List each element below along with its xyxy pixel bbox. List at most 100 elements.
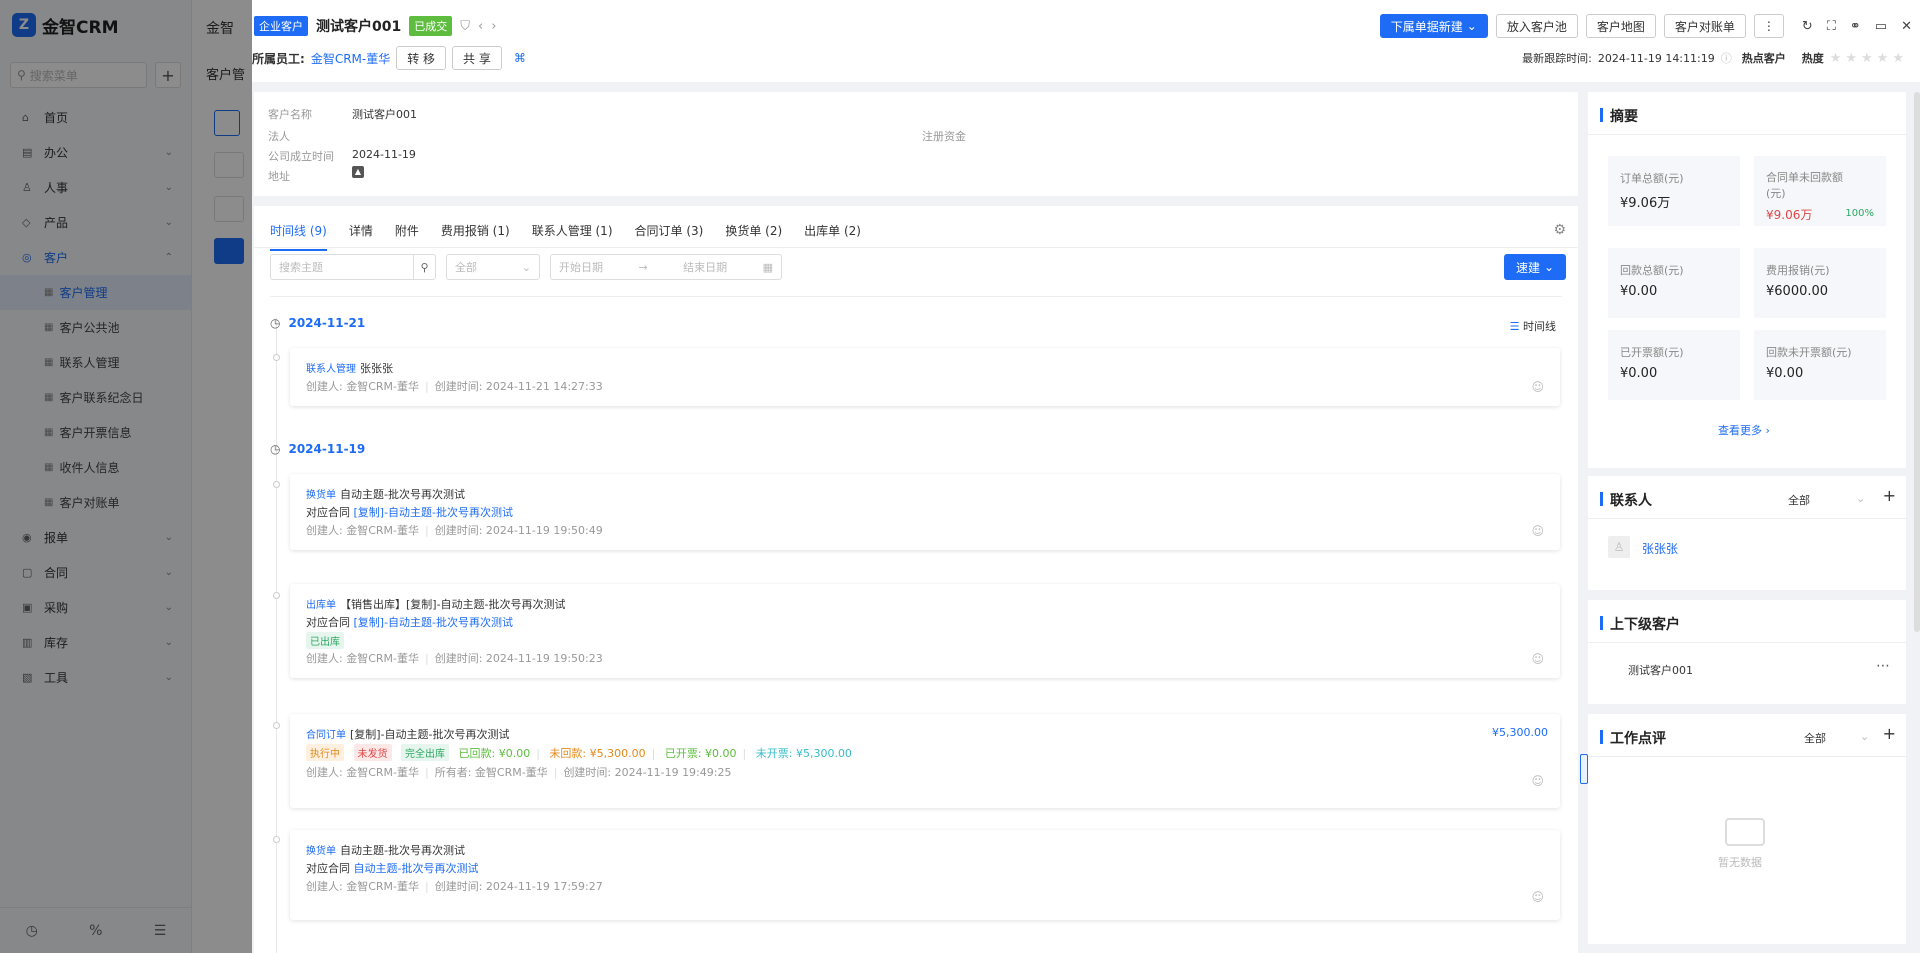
chevron-down-icon[interactable]: ⌄ (1856, 492, 1865, 505)
empty-text: 暂无数据 (1718, 856, 1762, 869)
window-controls: ↻ ⛶ ⚭ ▭ ✕ (1802, 19, 1912, 34)
contact-name-link[interactable]: 张张张 (1642, 540, 1678, 557)
shield-icon[interactable]: ⛉ (460, 19, 470, 34)
info-label: 注册资金 (922, 130, 966, 143)
timeline-card[interactable]: 合同订单 [复制]-自动主题-批次号再次测试 ¥5,300.00 执行中 未发货 … (290, 714, 1560, 808)
card-meta: 创建人: 金智CRM-董华 | 创建时间: 2024-11-19 19:50:23 (306, 652, 603, 665)
divider (1588, 642, 1906, 643)
share-button[interactable]: 共 享 (452, 46, 502, 70)
close-icon[interactable]: ✕ (1901, 19, 1912, 34)
view-more-link[interactable]: 查看更多 › (1718, 422, 1770, 438)
divider (270, 296, 1562, 297)
owner-row: 所属员工: 金智CRM-董华 转 移 共 享 ⌘ (252, 46, 526, 70)
chevron-down-icon[interactable]: ⌄ (1860, 730, 1869, 743)
map-marker-icon[interactable]: ▲ (352, 166, 364, 178)
timeline-card[interactable]: 换货单 自动主题-批次号再次测试 对应合同 [复制]-自动主题-批次号再次测试 创… (290, 474, 1560, 550)
record-type-label: 合同订单 (306, 730, 346, 741)
add-contact-button[interactable]: + (1883, 486, 1896, 505)
comment-icon[interactable]: ☺ (1531, 380, 1544, 394)
status-badge: 已出库 (306, 632, 344, 649)
tab-expense[interactable]: 费用报销 (1) (441, 216, 510, 251)
badge-line: 已出库 (306, 632, 350, 649)
customer-statement-button[interactable]: 客户对账单 (1663, 14, 1746, 38)
tab-timeline[interactable]: 时间线 (9) (270, 216, 327, 251)
calendar-icon: ▦ (762, 260, 773, 274)
paid-amount: 已回款: ¥0.00 (458, 747, 531, 760)
heat-stars[interactable]: ★★★★★ (1830, 51, 1908, 66)
contract-link[interactable]: [复制]-自动主题-批次号再次测试 (354, 506, 514, 519)
comment-icon[interactable]: ☺ (1531, 774, 1544, 788)
subject-search-input[interactable]: 搜索主题 ⚲ (270, 254, 436, 280)
record-type-label: 换货单 (306, 490, 336, 501)
timeline-card[interactable]: 联系人管理 张张张 创建人: 金智CRM-董华 | 创建时间: 2024-11-21 … (290, 348, 1560, 406)
comment-icon[interactable]: ☺ (1531, 890, 1544, 904)
tab-attachment[interactable]: 附件 (395, 216, 419, 251)
transfer-button[interactable]: 转 移 (396, 46, 447, 70)
contract-link[interactable]: 自动主题-批次号再次测试 (354, 862, 479, 875)
contract-link[interactable]: [复制]-自动主题-批次号再次测试 (354, 616, 514, 629)
customer-info-section: 客户名称 测试客户001 法人 注册资金 公司成立时间 2024-11-19 地… (254, 92, 1578, 196)
dock-icon[interactable]: ▭ (1875, 19, 1887, 34)
info-label: 地址 (268, 170, 290, 183)
badge-line: 执行中 未发货 完全出库 已回款: ¥0.00 | 未回款: ¥5,300.00 |… (306, 744, 852, 761)
tab-outbound[interactable]: 出库单 (2) (804, 216, 861, 251)
link-icon[interactable]: ⚭ (1850, 19, 1861, 34)
type-select[interactable]: 全部 ⌄ (446, 254, 540, 280)
tab-exchange[interactable]: 换货单 (2) (725, 216, 782, 251)
divider (1588, 518, 1906, 519)
unpaid-amount: 未回款: ¥5,300.00 (549, 747, 646, 760)
status-badge: 执行中 (306, 744, 344, 761)
reviews-filter-select[interactable]: 全部 (1804, 730, 1826, 746)
record-type-label: 联系人管理 (306, 364, 356, 375)
status-badge: 已成交 (409, 16, 453, 36)
uninvoiced-amount: 未开票: ¥5,300.00 (755, 747, 852, 760)
stat-expense: 费用报销(元) ¥6000.00 (1754, 248, 1886, 318)
related-customer-name[interactable]: 测试客户001 (1628, 662, 1693, 678)
quick-create-button[interactable]: 速建 ⌄ (1504, 254, 1566, 280)
tag-icon[interactable]: ⌘ (514, 51, 526, 65)
sub-document-new-button[interactable]: 下属单据新建 ⌄ (1379, 14, 1488, 38)
refresh-icon[interactable]: ↻ (1802, 19, 1813, 34)
tab-contract-orders[interactable]: 合同订单 (3) (635, 216, 704, 251)
tab-contacts[interactable]: 联系人管理 (1) (532, 216, 613, 251)
chevron-right-icon: › (1765, 424, 1770, 437)
avatar: ♙ (1608, 536, 1630, 558)
search-icon[interactable]: ⚲ (413, 255, 435, 279)
put-in-pool-button[interactable]: 放入客户池 (1495, 14, 1578, 38)
divider (1588, 756, 1906, 757)
timeline-card[interactable]: 出库单 【销售出库】[复制]-自动主题-批次号再次测试 对应合同 [复制]-自动主… (290, 584, 1560, 678)
summary-title: 摘要 (1600, 106, 1638, 126)
tab-detail[interactable]: 详情 (349, 216, 373, 251)
timeline-dot (273, 354, 280, 361)
date-range-picker[interactable]: 开始日期 → 结束日期 ▦ (550, 254, 782, 280)
timeline-view-toggle[interactable]: ☰ 时间线 (1510, 318, 1556, 334)
more-menu-button[interactable]: ⋮ (1753, 14, 1784, 38)
contacts-filter-select[interactable]: 全部 (1788, 492, 1810, 508)
card-title-line: 出库单 【销售出库】[复制]-自动主题-批次号再次测试 (306, 596, 566, 612)
timeline-filters: 搜索主题 ⚲ 全部 ⌄ 开始日期 → 结束日期 ▦ (270, 254, 782, 280)
clock-icon: ◷ (270, 316, 281, 330)
collapse-right-panel-handle[interactable] (1580, 754, 1588, 784)
chevron-down-icon: ⌄ (1466, 19, 1477, 33)
fullscreen-icon[interactable]: ⛶ (1827, 19, 1836, 34)
customer-map-button[interactable]: 客户地图 (1585, 14, 1656, 38)
timeline-dot (273, 836, 280, 843)
comment-icon[interactable]: ☺ (1531, 652, 1544, 666)
record-title: 张张张 (360, 362, 393, 375)
record-type-label: 换货单 (306, 846, 336, 857)
gear-icon[interactable]: ⚙ (1553, 222, 1566, 238)
header-title-row: 企业客户 测试客户001 已成交 ⛉ ‹ › (254, 16, 496, 36)
heat-label: 热度 (1801, 52, 1824, 65)
more-icon[interactable]: ⋯ (1876, 658, 1890, 674)
timeline-card[interactable]: 换货单 自动主题-批次号再次测试 对应合同 自动主题-批次号再次测试 创建人: 金… (290, 830, 1560, 920)
timeline-dot (273, 722, 280, 729)
last-follow-time: 2024-11-19 14:11:19 (1597, 51, 1715, 65)
next-arrow-icon[interactable]: › (491, 19, 496, 34)
add-review-button[interactable]: + (1883, 724, 1896, 743)
owner-name[interactable]: 金智CRM-董华 (311, 50, 390, 67)
prev-arrow-icon[interactable]: ‹ (478, 19, 483, 34)
hot-customer-label: 热点客户 (1741, 52, 1786, 65)
right-panel-scrollbar[interactable] (1914, 92, 1920, 632)
record-type-label: 出库单 (306, 600, 336, 611)
comment-icon[interactable]: ☺ (1531, 524, 1544, 538)
